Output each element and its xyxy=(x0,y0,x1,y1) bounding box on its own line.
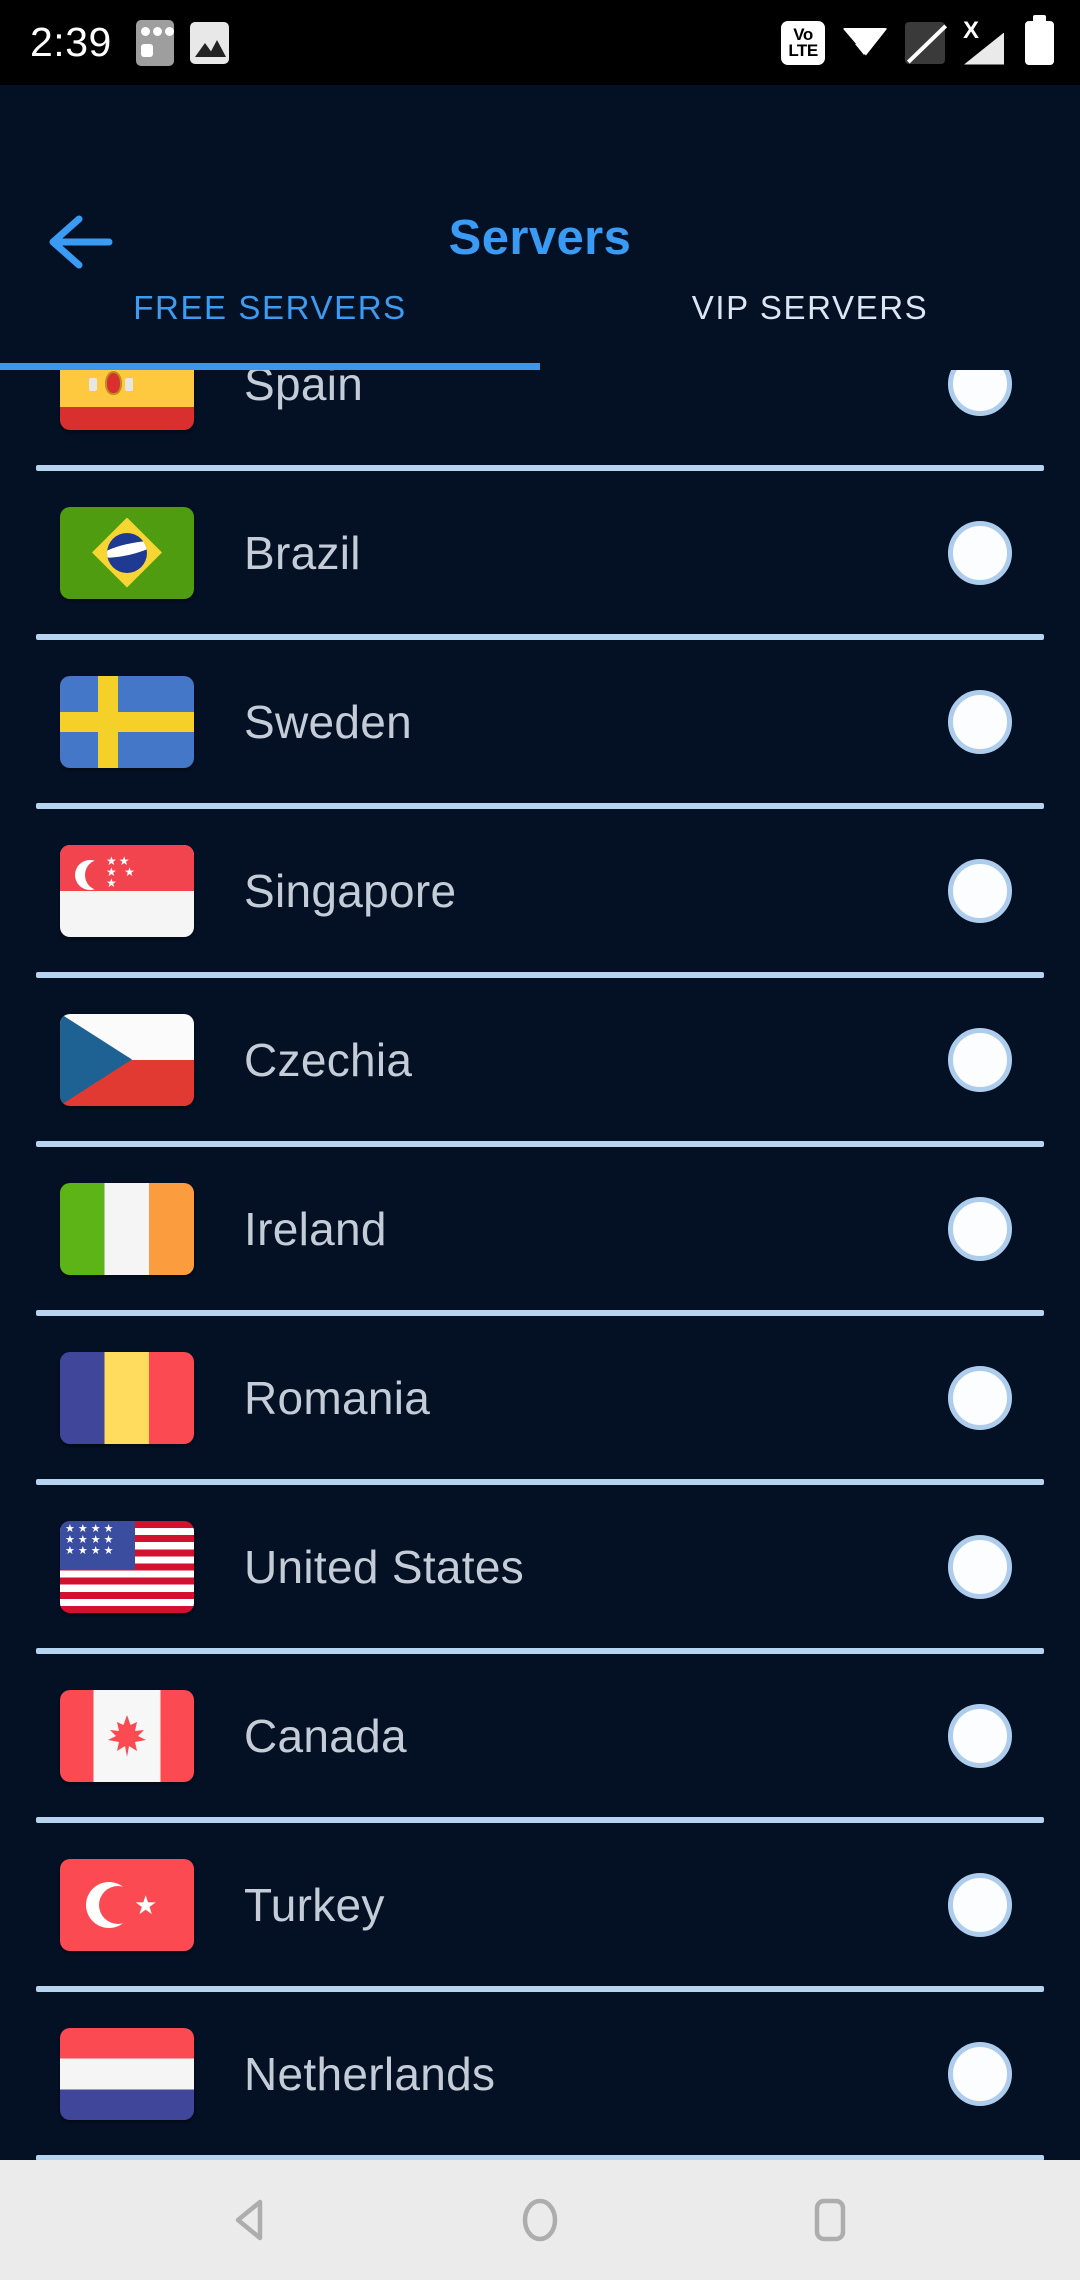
flag-icon: ★ xyxy=(60,1858,194,1951)
wifi-icon xyxy=(842,24,888,62)
flag-icon xyxy=(60,1182,194,1275)
tab-vip-servers[interactable]: VIP SERVERS xyxy=(540,255,1080,371)
server-list[interactable]: Spain Brazil Sweden ★★ ★ ★ ★ Singapore C… xyxy=(0,370,1080,2160)
server-name: Turkey xyxy=(244,1878,385,1931)
list-item[interactable]: Ireland xyxy=(0,1147,1080,1310)
nav-home-icon[interactable] xyxy=(495,2175,585,2265)
list-item[interactable]: Czechia xyxy=(0,978,1080,1141)
photo-icon xyxy=(189,21,229,64)
sim-off-icon xyxy=(905,21,948,64)
server-name: Sweden xyxy=(244,695,413,748)
nav-recents-icon[interactable] xyxy=(785,2175,875,2265)
app-screen: 2:39 Vo LTE X Servers FREE SERVERS VIP S… xyxy=(0,0,1080,2280)
battery-icon xyxy=(1025,14,1054,65)
server-radio[interactable] xyxy=(948,1365,1012,1430)
server-radio[interactable] xyxy=(948,1196,1012,1261)
flag-icon xyxy=(60,506,194,599)
server-radio[interactable] xyxy=(948,858,1012,923)
server-name: Canada xyxy=(244,1709,407,1762)
server-radio[interactable] xyxy=(948,370,1012,416)
server-list-inner: Spain Brazil Sweden ★★ ★ ★ ★ Singapore C… xyxy=(0,370,1080,2160)
server-radio[interactable] xyxy=(948,2041,1012,2106)
server-name: Brazil xyxy=(244,526,361,579)
server-name: Singapore xyxy=(244,864,457,917)
list-item[interactable]: Canada xyxy=(0,1654,1080,1817)
flag-icon: ★★ ★ ★ ★ xyxy=(60,844,194,937)
wifi-arrow xyxy=(855,43,873,55)
server-radio[interactable] xyxy=(948,1703,1012,1768)
list-item[interactable]: Sweden xyxy=(0,640,1080,803)
flag-icon xyxy=(60,2027,194,2120)
list-item[interactable]: Spain xyxy=(0,370,1080,465)
tab-free-servers[interactable]: FREE SERVERS xyxy=(0,255,540,371)
server-name: Romania xyxy=(244,1371,431,1424)
flag-icon xyxy=(60,1689,194,1782)
server-radio[interactable] xyxy=(948,1027,1012,1092)
nav-back-icon[interactable] xyxy=(205,2175,295,2265)
list-item[interactable]: Romania xyxy=(0,1316,1080,1479)
signal-x-badge: X xyxy=(963,16,980,44)
server-name: Netherlands xyxy=(244,2047,496,2100)
flag-icon xyxy=(60,370,194,430)
status-bar: 2:39 Vo LTE X xyxy=(0,0,1080,85)
app-bar: Servers xyxy=(0,85,1080,269)
server-radio[interactable] xyxy=(948,689,1012,754)
flag-icon xyxy=(60,675,194,768)
tab-active-indicator xyxy=(0,363,540,370)
volte-line2: LTE xyxy=(788,40,818,60)
server-name: Spain xyxy=(244,370,364,410)
tab-free-servers-label: FREE SERVERS xyxy=(133,289,407,326)
list-item[interactable]: ★★ ★ ★ ★ Singapore xyxy=(0,809,1080,972)
status-right-icons: Vo LTE X xyxy=(781,14,1054,65)
server-name: United States xyxy=(244,1540,525,1593)
status-left-icons xyxy=(135,19,229,66)
android-nav-bar xyxy=(0,2160,1080,2280)
server-name: Ireland xyxy=(244,1202,387,1255)
server-radio[interactable] xyxy=(948,1872,1012,1937)
list-item[interactable]: ★★★★ ★★★★ ★★★★ United States xyxy=(0,1485,1080,1648)
server-radio[interactable] xyxy=(948,1534,1012,1599)
list-item[interactable]: Netherlands xyxy=(0,1992,1080,2155)
signal-x-icon: X xyxy=(962,16,1008,65)
flag-icon: ★★★★ ★★★★ ★★★★ xyxy=(60,1520,194,1613)
flag-icon xyxy=(60,1351,194,1444)
server-name: Czechia xyxy=(244,1033,413,1086)
volte-icon: Vo LTE xyxy=(781,20,825,65)
server-radio[interactable] xyxy=(948,520,1012,585)
apps-icon xyxy=(135,19,174,66)
list-item[interactable]: Brazil xyxy=(0,471,1080,634)
tab-vip-servers-label: VIP SERVERS xyxy=(691,289,929,326)
maple-leaf xyxy=(108,1714,146,1757)
flag-icon xyxy=(60,1013,194,1106)
tab-bar: FREE SERVERS VIP SERVERS xyxy=(0,255,1080,371)
status-clock: 2:39 xyxy=(30,19,112,65)
list-item[interactable]: ★ Turkey xyxy=(0,1823,1080,1986)
